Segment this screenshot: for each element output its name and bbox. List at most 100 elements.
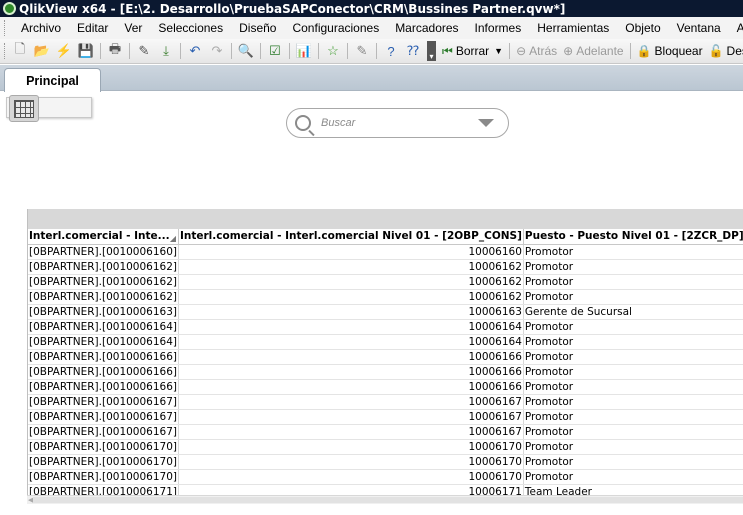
print-icon[interactable]: 🖶 <box>106 41 124 60</box>
menu-grip[interactable] <box>4 20 5 36</box>
table-row[interactable]: [0BPARTNER].[0010006162] 10006162 Promotor <box>28 274 743 290</box>
table-row[interactable]: [0BPARTNER].[0010006164] 10006164 Promotor <box>28 334 743 350</box>
cell-interl-comercial[interactable]: [0BPARTNER].[0010006170] <box>28 439 179 455</box>
table-row[interactable]: [0BPARTNER].[0010006166] 10006166 Promotor <box>28 379 743 395</box>
cell-puesto[interactable]: Promotor <box>523 319 743 335</box>
table-row[interactable]: [0BPARTNER].[0010006170] 10006170 Promotor <box>28 454 743 470</box>
minimized-table-object[interactable] <box>6 95 92 122</box>
cell-interl-comercial[interactable]: [0BPARTNER].[0010006170] <box>28 469 179 485</box>
cell-interl-comercial[interactable]: [0BPARTNER].[0010006167] <box>28 409 179 425</box>
search-object[interactable]: Buscar <box>286 108 509 138</box>
table-row[interactable]: [0BPARTNER].[0010006162] 10006162 Promotor <box>28 259 743 275</box>
menu-ventana[interactable]: Ventana <box>669 21 729 35</box>
cell-interl-comercial[interactable]: [0BPARTNER].[0010006160] <box>28 244 179 260</box>
cell-interl-comercial-nivel-01[interactable]: 10006170 <box>178 469 524 485</box>
save-icon[interactable]: 💾 <box>77 42 95 60</box>
cell-interl-comercial[interactable]: [0BPARTNER].[0010006162] <box>28 274 179 290</box>
table-row[interactable]: [0BPARTNER].[0010006166] 10006166 Promotor <box>28 364 743 380</box>
context-help-icon[interactable]: ⁇ <box>404 42 422 60</box>
search-icon[interactable]: 🔍 <box>237 42 255 60</box>
cell-interl-comercial[interactable]: [0BPARTNER].[0010006166] <box>28 364 179 380</box>
atras-button[interactable]: ⊖ Atrás <box>516 44 557 58</box>
menu-ver[interactable]: Ver <box>116 21 150 35</box>
toolbar-grip[interactable] <box>4 43 5 59</box>
horizontal-scrollbar[interactable]: ◀ <box>27 495 743 504</box>
search-input[interactable]: Buscar <box>321 117 478 129</box>
cell-puesto[interactable]: Promotor <box>523 244 743 260</box>
properties-icon[interactable]: ✎ <box>353 42 371 60</box>
search-dropdown-arrow-icon[interactable] <box>478 119 494 127</box>
menu-diseno[interactable]: Diseño <box>231 21 284 35</box>
cell-interl-comercial[interactable]: [0BPARTNER].[0010006167] <box>28 424 179 440</box>
menu-herramientas[interactable]: Herramientas <box>529 21 617 35</box>
bookmark-star-icon[interactable]: ☆ <box>324 42 342 60</box>
redo-icon[interactable]: ↷ <box>208 42 226 60</box>
cell-interl-comercial-nivel-01[interactable]: 10006167 <box>178 394 524 410</box>
cell-interl-comercial[interactable]: [0BPARTNER].[0010006163] <box>28 304 179 320</box>
tab-principal[interactable]: Principal <box>4 68 101 92</box>
menu-ayuda[interactable]: Ayuda <box>729 21 743 35</box>
cell-interl-comercial-nivel-01[interactable]: 10006162 <box>178 259 524 275</box>
cell-interl-comercial-nivel-01[interactable]: 10006170 <box>178 439 524 455</box>
table-caption-bar[interactable] <box>28 209 743 229</box>
cell-interl-comercial[interactable]: [0BPARTNER].[0010006162] <box>28 259 179 275</box>
menu-configuraciones[interactable]: Configuraciones <box>284 21 387 35</box>
cell-interl-comercial[interactable]: [0BPARTNER].[0010006166] <box>28 379 179 395</box>
selections-icon[interactable]: ☑ <box>266 42 284 60</box>
desbloquear-button[interactable]: 🔓 Desb <box>709 44 743 58</box>
cell-interl-comercial[interactable]: [0BPARTNER].[0010006166] <box>28 349 179 365</box>
reload-script-icon[interactable]: ⤓ <box>157 42 175 60</box>
cell-interl-comercial-nivel-01[interactable]: 10006163 <box>178 304 524 320</box>
cell-interl-comercial-nivel-01[interactable]: 10006166 <box>178 364 524 380</box>
menu-editar[interactable]: Editar <box>69 21 116 35</box>
cell-puesto[interactable]: Promotor <box>523 409 743 425</box>
cell-interl-comercial-nivel-01[interactable]: 10006162 <box>178 274 524 290</box>
table-row[interactable]: [0BPARTNER].[0010006170] 10006170 Promotor <box>28 439 743 455</box>
cell-interl-comercial-nivel-01[interactable]: 10006166 <box>178 349 524 365</box>
cell-puesto[interactable]: Promotor <box>523 349 743 365</box>
table-row[interactable]: [0BPARTNER].[0010006163] 10006163 Gerente … <box>28 304 743 320</box>
column-header-puesto[interactable]: Puesto - Puesto Nivel 01 - [2ZCR_DP] <box>523 229 743 245</box>
column-header-interl-comercial[interactable]: Interl.comercial - Inte... ◢ <box>28 229 179 245</box>
cell-interl-comercial[interactable]: [0BPARTNER].[0010006170] <box>28 454 179 470</box>
table-row[interactable]: [0BPARTNER].[0010006167] 10006167 Promotor <box>28 394 743 410</box>
reload-icon[interactable]: ⚡ <box>55 42 73 60</box>
menu-selecciones[interactable]: Selecciones <box>150 21 231 35</box>
chevron-down-icon[interactable]: ▼ <box>494 46 503 56</box>
help-icon[interactable]: ? <box>382 42 400 60</box>
cell-interl-comercial[interactable]: [0BPARTNER].[0010006167] <box>28 394 179 410</box>
table-row[interactable]: [0BPARTNER].[0010006160] 10006160 Promotor <box>28 244 743 260</box>
table-row[interactable]: [0BPARTNER].[0010006166] 10006166 Promotor <box>28 349 743 365</box>
cell-puesto[interactable]: Promotor <box>523 259 743 275</box>
chart-wizard-icon[interactable]: 📊 <box>295 42 313 60</box>
cell-puesto[interactable]: Promotor <box>523 439 743 455</box>
cell-puesto[interactable]: Promotor <box>523 379 743 395</box>
open-folder-icon[interactable]: 📂 <box>33 42 51 60</box>
cell-puesto[interactable]: Promotor <box>523 394 743 410</box>
cell-puesto[interactable]: Promotor <box>523 469 743 485</box>
cell-interl-comercial-nivel-01[interactable]: 10006167 <box>178 424 524 440</box>
menu-marcadores[interactable]: Marcadores <box>387 21 466 35</box>
cell-interl-comercial[interactable]: [0BPARTNER].[0010006162] <box>28 289 179 305</box>
menu-archivo[interactable]: Archivo <box>13 21 69 35</box>
cell-puesto[interactable]: Promotor <box>523 289 743 305</box>
cell-interl-comercial-nivel-01[interactable]: 10006166 <box>178 379 524 395</box>
cell-interl-comercial-nivel-01[interactable]: 10006160 <box>178 244 524 260</box>
undo-icon[interactable]: ↶ <box>186 42 204 60</box>
table-icon[interactable] <box>9 95 39 122</box>
cell-puesto[interactable]: Gerente de Sucursal <box>523 304 743 320</box>
borrar-button[interactable]: ⏮ Borrar ▼ <box>442 44 503 59</box>
cell-puesto[interactable]: Promotor <box>523 334 743 350</box>
cell-interl-comercial-nivel-01[interactable]: 10006164 <box>178 319 524 335</box>
cell-interl-comercial-nivel-01[interactable]: 10006164 <box>178 334 524 350</box>
table-row[interactable]: [0BPARTNER].[0010006164] 10006164 Promotor <box>28 319 743 335</box>
cell-puesto[interactable]: Promotor <box>523 274 743 290</box>
cell-interl-comercial-nivel-01[interactable]: 10006167 <box>178 409 524 425</box>
bloquear-button[interactable]: 🔒 Bloquear <box>637 44 703 58</box>
table-row[interactable]: [0BPARTNER].[0010006167] 10006167 Promotor <box>28 424 743 440</box>
new-document-icon[interactable]: 🗋 <box>11 41 29 60</box>
table-row[interactable]: [0BPARTNER].[0010006162] 10006162 Promotor <box>28 289 743 305</box>
menu-objeto[interactable]: Objeto <box>617 21 668 35</box>
menu-informes[interactable]: Informes <box>467 21 530 35</box>
cell-puesto[interactable]: Promotor <box>523 454 743 470</box>
